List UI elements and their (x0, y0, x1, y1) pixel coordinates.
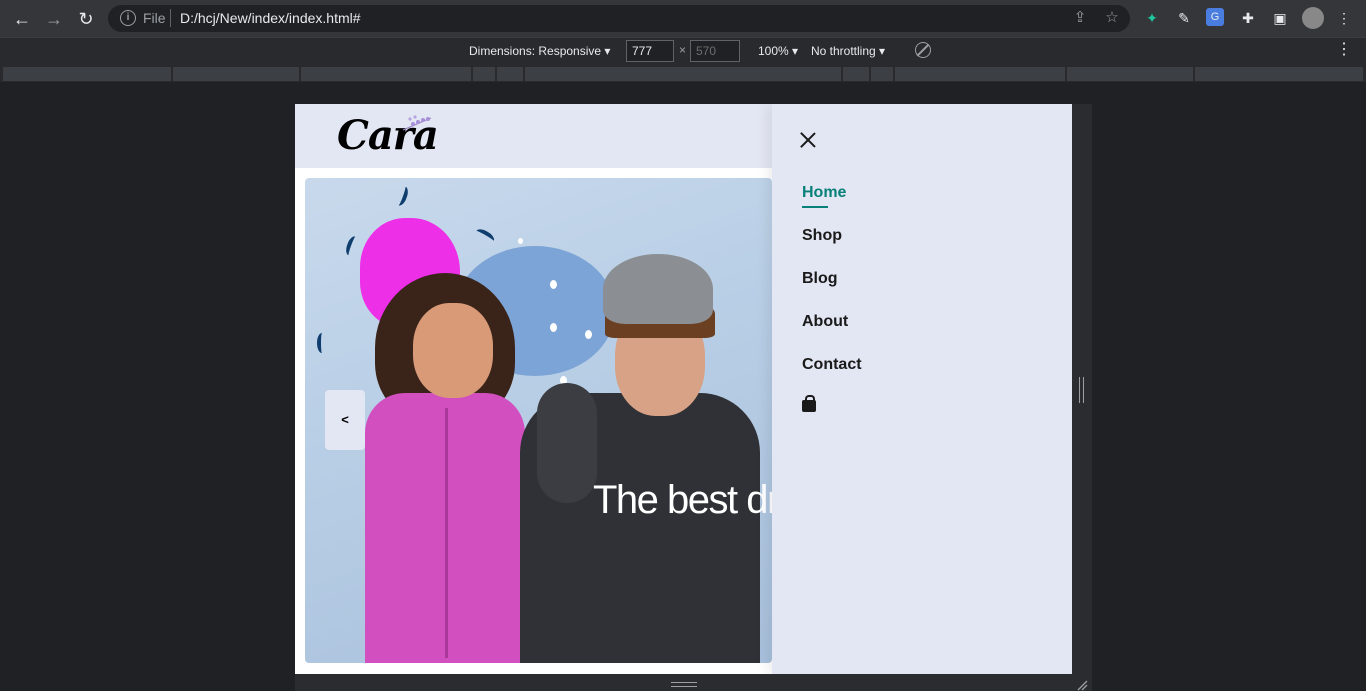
page-viewport: Cara The best dr < Home Shop Blog About … (295, 104, 1072, 674)
nav-item-home[interactable]: Home (802, 184, 862, 227)
nav-item-shop[interactable]: Shop (802, 227, 862, 270)
media-query-segment[interactable] (473, 67, 495, 81)
snow-dot (550, 280, 557, 289)
slider-prev-button[interactable]: < (325, 390, 365, 450)
rotate-disabled-icon[interactable] (915, 42, 931, 58)
media-query-bar (0, 64, 1366, 82)
media-query-segment[interactable] (3, 67, 171, 81)
zoom-dropdown[interactable]: 100% ▾ (758, 44, 798, 58)
curl-decoration (343, 234, 361, 258)
dimensions-dropdown[interactable]: Dimensions: Responsive ▾ (469, 44, 610, 58)
share-icon[interactable]: ⇪ (1070, 8, 1090, 28)
browser-toolbar: ← → ↻ i File D:/hcj/New/index/index.html… (0, 0, 1366, 37)
menu-kebab-icon[interactable]: ⋮ (1334, 8, 1354, 28)
media-query-segment[interactable] (843, 67, 869, 81)
forward-arrow-icon[interactable]: → (42, 7, 66, 31)
media-query-segment[interactable] (497, 67, 523, 81)
device-toolbar: Dimensions: Responsive ▾ × 100% ▾ No thr… (0, 37, 1366, 64)
jacket-zipper (445, 408, 448, 658)
more-options-icon[interactable]: ⋮ (1336, 42, 1352, 58)
nav-item-about[interactable]: About (802, 313, 862, 356)
shopping-bag-icon[interactable] (802, 395, 816, 412)
snow-dot (585, 330, 592, 339)
nav-item-contact[interactable]: Contact (802, 356, 862, 399)
bookmark-star-icon[interactable]: ☆ (1102, 8, 1122, 28)
url-text[interactable]: D:/hcj/New/index/index.html# (180, 10, 361, 26)
bottom-resize-handle[interactable] (671, 682, 697, 687)
corner-resize-handle[interactable] (1076, 679, 1088, 691)
site-info-icon[interactable]: i (120, 10, 136, 26)
boy-hood (537, 383, 597, 503)
snow-dot (550, 323, 557, 332)
back-arrow-icon[interactable]: ← (10, 7, 34, 31)
throttle-label: No throttling (811, 44, 876, 58)
mobile-nav-drawer: Home Shop Blog About Contact (772, 104, 1072, 674)
media-query-segment[interactable] (301, 67, 471, 81)
extensions-puzzle-icon[interactable]: ✚ (1238, 8, 1258, 28)
boy-beanie (603, 254, 713, 324)
hero-heading: The best dr (593, 478, 772, 522)
translate-icon[interactable]: G (1206, 8, 1224, 26)
zoom-label: 100% (758, 44, 789, 58)
address-separator (170, 9, 171, 27)
hero-banner: The best dr < (305, 178, 772, 663)
reload-icon[interactable]: ↻ (74, 7, 98, 31)
media-query-segment[interactable] (895, 67, 1065, 81)
nav-menu: Home Shop Blog About Contact (802, 184, 862, 399)
media-query-segment[interactable] (1195, 67, 1363, 81)
nav-item-blog[interactable]: Blog (802, 270, 862, 313)
extension-pen-icon[interactable]: ✎ (1174, 8, 1194, 28)
curl-decoration (317, 333, 327, 353)
scheme-label: File (143, 10, 166, 26)
media-query-segment[interactable] (173, 67, 299, 81)
side-panel-icon[interactable]: ▣ (1270, 8, 1290, 28)
lavender-sprig-icon (402, 115, 432, 131)
snow-dot (518, 238, 523, 244)
height-input[interactable] (690, 40, 740, 62)
times-sign: × (679, 43, 687, 57)
address-bar[interactable]: i File D:/hcj/New/index/index.html# ⇪ ☆ (108, 5, 1130, 32)
media-query-segment[interactable] (525, 67, 841, 81)
right-resize-handle[interactable] (1079, 377, 1084, 403)
curl-decoration (473, 226, 497, 246)
curl-decoration (393, 184, 411, 208)
media-query-segment[interactable] (871, 67, 893, 81)
profile-avatar[interactable] (1302, 7, 1324, 29)
dimensions-label: Dimensions: Responsive (469, 44, 602, 58)
throttle-dropdown[interactable]: No throttling ▾ (811, 44, 885, 58)
media-query-segment[interactable] (1067, 67, 1193, 81)
extension-bird-icon[interactable]: ✦ (1142, 8, 1162, 28)
width-input[interactable] (626, 40, 674, 62)
close-icon[interactable] (800, 132, 816, 148)
girl-face (413, 303, 493, 398)
